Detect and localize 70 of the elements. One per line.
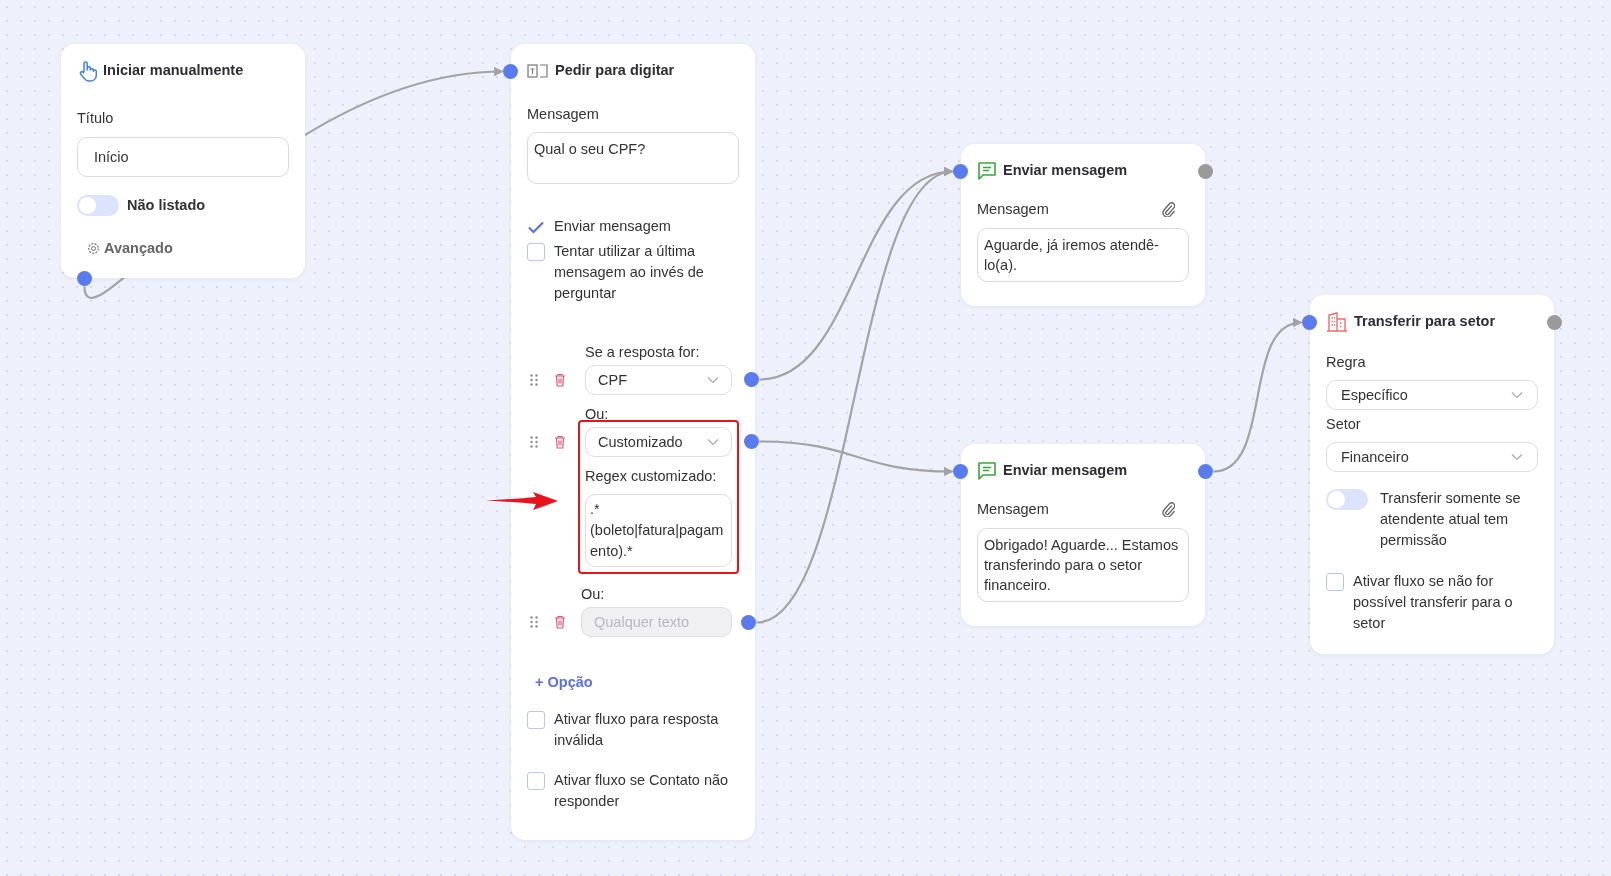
connection-port[interactable] <box>741 615 756 630</box>
building-icon <box>1326 312 1348 332</box>
message-field[interactable]: Qual o seu CPF? <box>527 132 739 184</box>
connection-port[interactable] <box>503 64 518 79</box>
connection-port[interactable] <box>1302 315 1317 330</box>
gear-icon <box>87 242 100 256</box>
paperclip-icon[interactable] <box>1161 501 1175 517</box>
chat-icon <box>977 161 997 181</box>
select-value: Financeiro <box>1341 448 1409 467</box>
connection-port[interactable] <box>953 464 968 479</box>
node-title: Enviar mensagem <box>1003 461 1128 481</box>
chevron-down-icon <box>707 438 719 446</box>
regex-label: Regex customizado: <box>585 467 718 486</box>
select-value: Customizado <box>598 433 683 452</box>
connection-port[interactable] <box>77 270 92 286</box>
toggle-switch[interactable] <box>77 195 119 216</box>
trash-icon[interactable] <box>554 435 566 449</box>
checkbox[interactable] <box>527 243 545 261</box>
field-label: Setor <box>1326 415 1362 434</box>
chevron-down-icon <box>1511 391 1523 399</box>
field-label: Título <box>77 109 115 128</box>
node-title: Transferir para setor <box>1354 312 1496 332</box>
node-title: Iniciar manualmente <box>103 61 244 81</box>
node-title: Pedir para digitar <box>555 61 675 81</box>
drag-handle-icon[interactable] <box>530 436 538 448</box>
add-option-link[interactable]: + Opção <box>535 672 739 694</box>
connection-port[interactable] <box>953 164 968 179</box>
chevron-down-icon <box>707 376 719 384</box>
regex-field[interactable]: .* (boleto|fatura|pagamento).* <box>585 494 732 567</box>
checkbox[interactable] <box>527 710 545 729</box>
answer-heading: Ou: <box>585 405 610 424</box>
text-input-icon <box>527 63 549 79</box>
sector-select[interactable]: Financeiro <box>1326 442 1538 472</box>
connection-port[interactable] <box>744 434 759 449</box>
select-value: CPF <box>598 371 627 390</box>
connection-port[interactable] <box>1198 464 1213 479</box>
chat-icon <box>977 461 997 481</box>
toggle-switch[interactable] <box>1326 489 1368 510</box>
answer-heading: Ou: <box>581 585 606 604</box>
title-input-field[interactable]: Início <box>77 137 289 177</box>
select-value: Específico <box>1341 386 1408 405</box>
field-label: Regra <box>1326 353 1367 372</box>
advanced-link[interactable]: Avançado <box>104 238 173 260</box>
connection-port[interactable] <box>1547 315 1562 330</box>
checkbox-label: Ativar fluxo se Contato não responder <box>554 770 730 811</box>
message-field[interactable]: Aguarde, já iremos atendê-lo(a). <box>977 228 1189 282</box>
checkbox[interactable] <box>1326 573 1344 591</box>
checkbox[interactable] <box>527 771 545 790</box>
paperclip-icon[interactable] <box>1161 201 1175 217</box>
connection-port[interactable] <box>1198 164 1213 179</box>
answer-heading: Se a resposta for: <box>585 343 701 362</box>
toggle-label: Transferir somente se atendente atual tem permissão <box>1380 489 1522 550</box>
drag-handle-icon[interactable] <box>530 616 538 628</box>
connection-port[interactable] <box>744 372 759 387</box>
checkbox-label: Enviar mensagem <box>554 217 671 236</box>
arrow-icon <box>486 492 558 510</box>
field-label: Mensagem <box>527 105 600 124</box>
checkbox-label: Ativar fluxo se não for possível transferir para o setor <box>1353 572 1514 633</box>
field-label: Mensagem <box>977 500 1049 519</box>
checkbox-label: Tentar utilizar a última mensagem ao invés de perguntar <box>554 242 705 303</box>
node-title: Enviar mensagem <box>1003 161 1128 181</box>
message-field[interactable]: Obrigado! Aguarde... Estamos transferindo para o setor financeiro. <box>977 528 1189 602</box>
rule-select[interactable]: Específico <box>1326 380 1538 410</box>
drag-handle-icon[interactable] <box>530 374 538 386</box>
trash-icon[interactable] <box>554 615 566 629</box>
trash-icon[interactable] <box>554 373 566 387</box>
toggle-label: Não listado <box>127 196 206 215</box>
checkbox-label: Ativar fluxo para resposta inválida <box>554 709 720 750</box>
field-label: Mensagem <box>977 200 1049 219</box>
chevron-down-icon <box>1511 453 1523 461</box>
